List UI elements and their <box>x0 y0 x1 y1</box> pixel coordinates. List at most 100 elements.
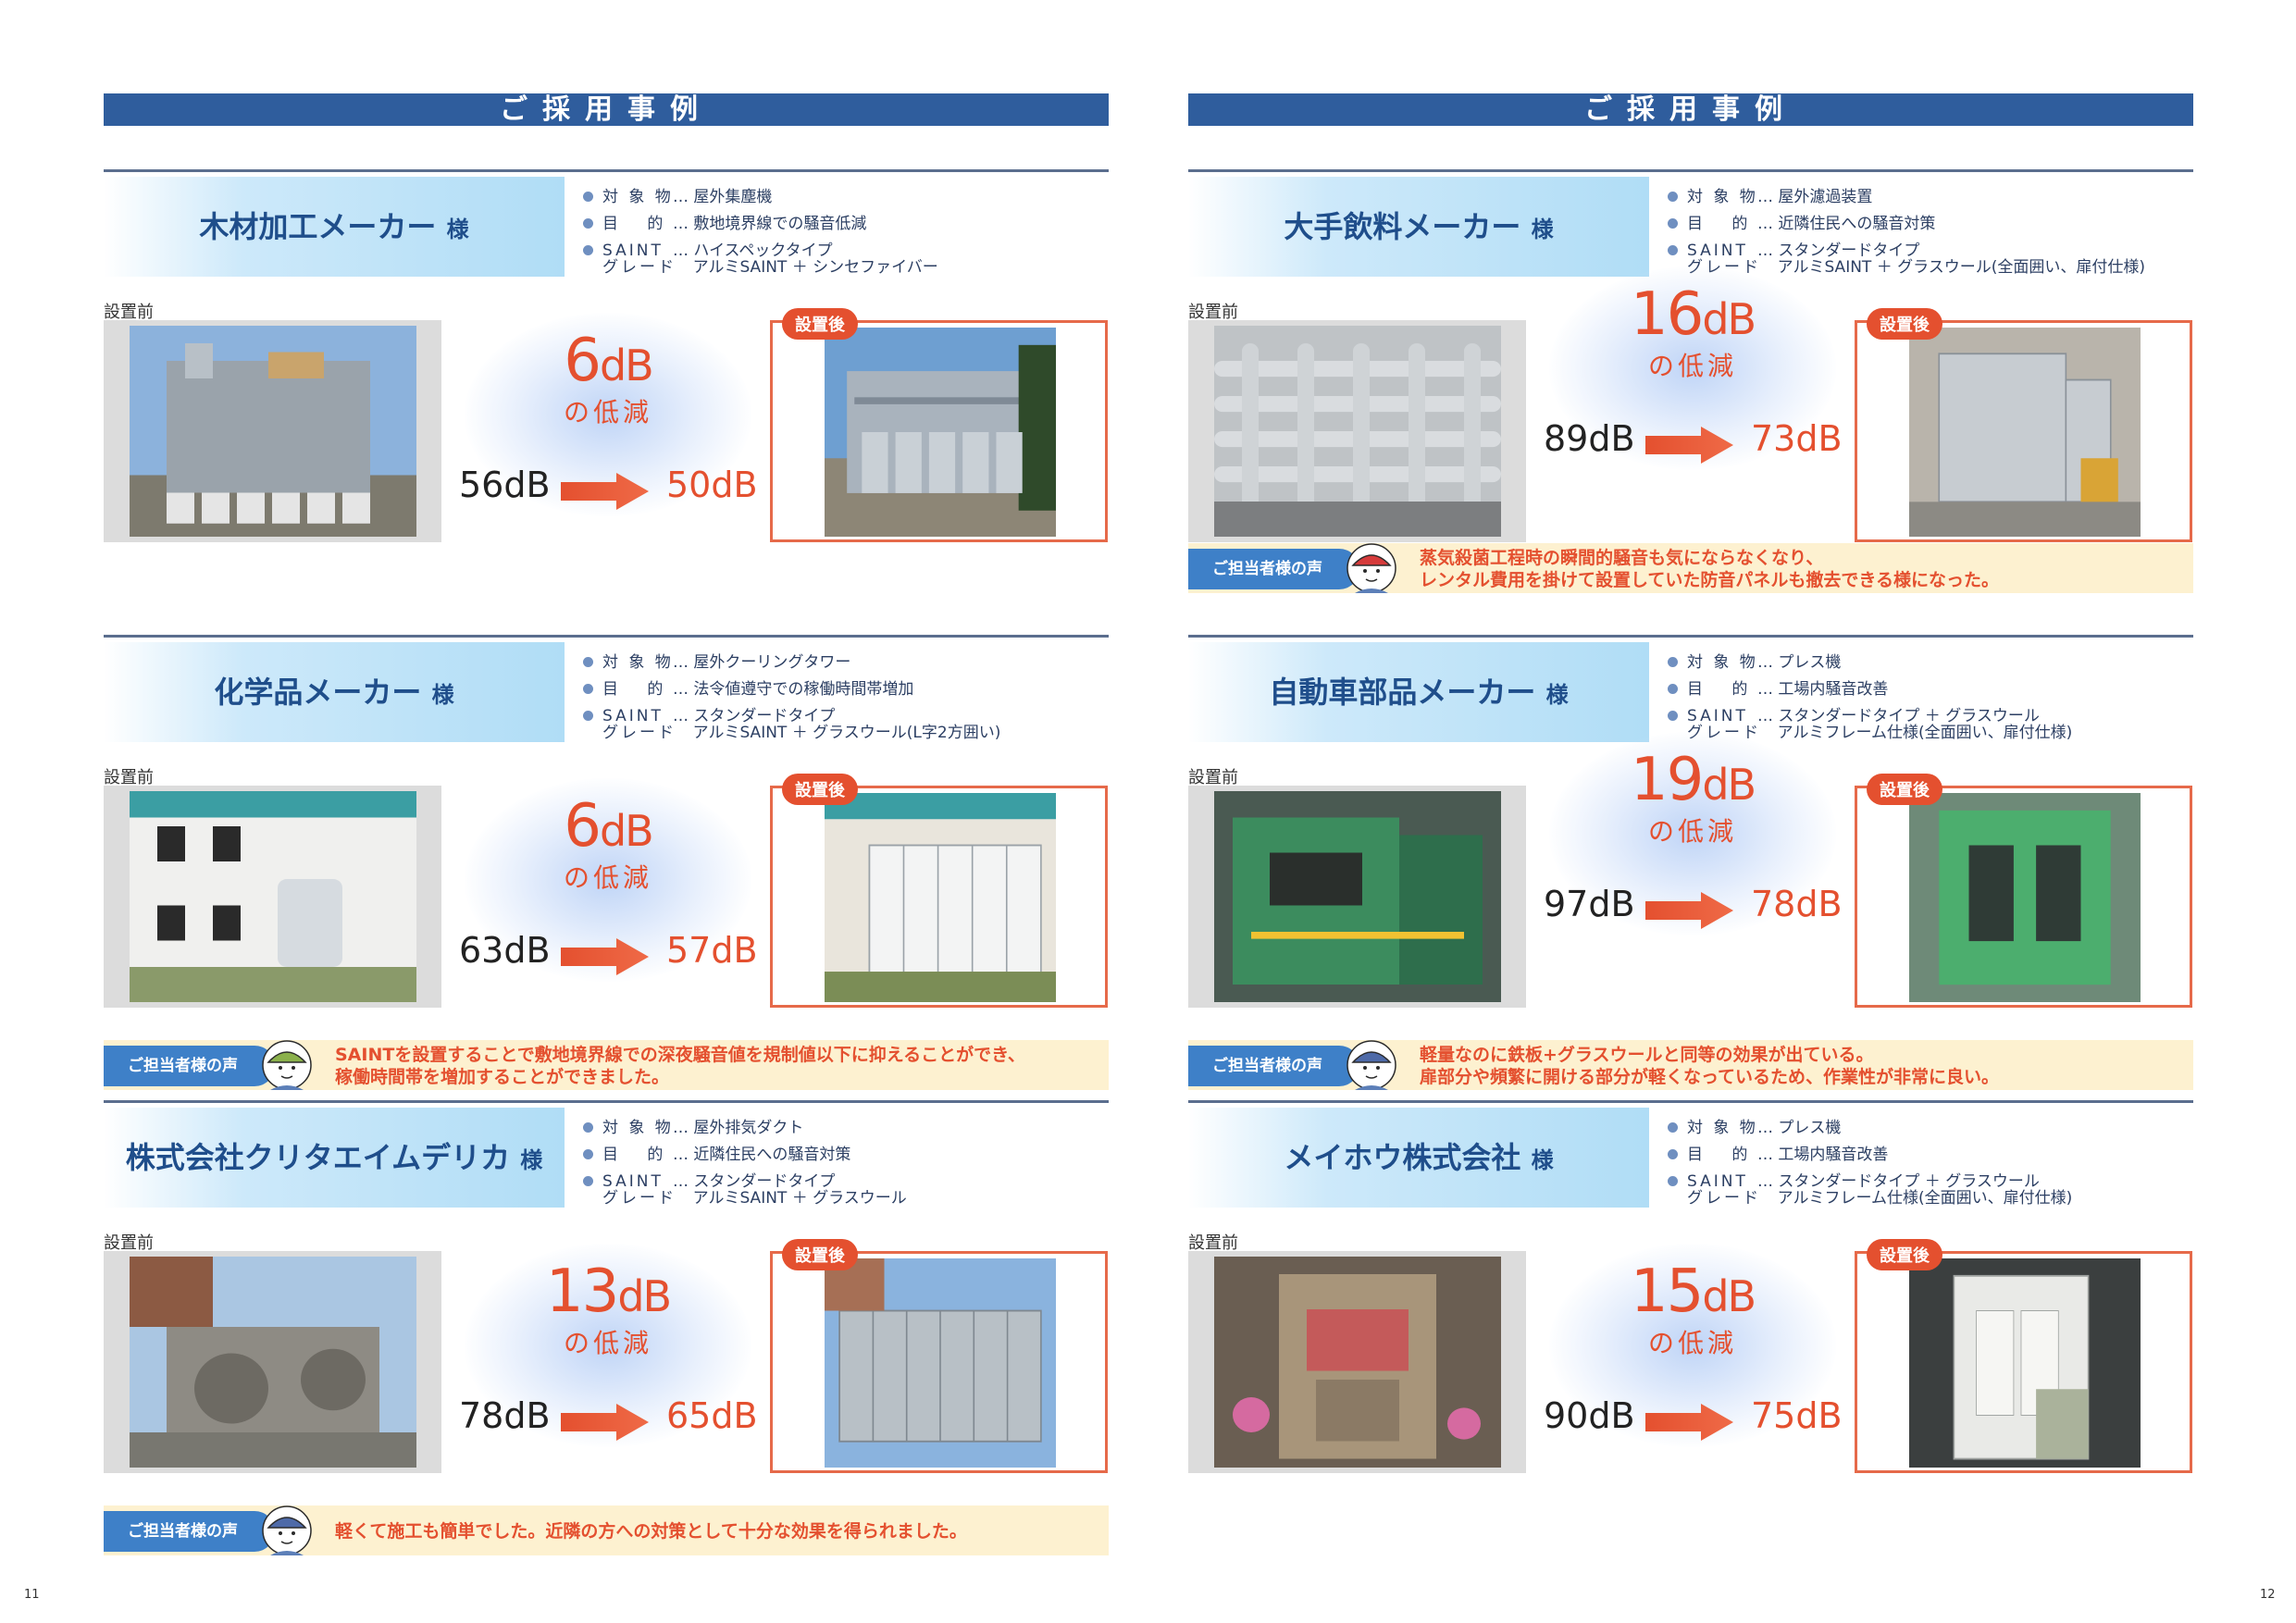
before-db: 56dB <box>459 465 551 505</box>
spec-target: 対 象 物… プレス機 <box>1668 650 2072 676</box>
spec-purpose: 目 的… 工場内騒音改善 <box>1668 1142 2072 1169</box>
spec-list: 対 象 物… 屋外集塵機 目 的… 敷地境界線での騒音低減 SAINT… ハイス… <box>583 184 938 277</box>
arrow-right-icon <box>561 473 649 510</box>
person-icon <box>262 1505 312 1555</box>
case-divider <box>104 1100 1109 1103</box>
customer-voice: ご担当者様の声 軽量なのに鉄板+グラスウールと同等の効果が出ている。 扉部分や頻繁… <box>1188 1040 2193 1090</box>
before-photo-illustration <box>130 791 416 1002</box>
case-study-1: 木材加工メーカー 様 対 象 物… 屋外集塵機 目 的… 敷地境界線での騒音低減… <box>104 169 1109 637</box>
arrow <box>1645 892 1733 929</box>
arrow <box>1645 427 1733 464</box>
voice-line: 軽量なのに鉄板+グラスウールと同等の効果が出ている。 <box>1420 1045 1874 1065</box>
arrow-right-icon <box>1645 1404 1733 1441</box>
person-avatar <box>1346 1040 1397 1090</box>
person-icon <box>1347 1040 1396 1090</box>
spec-grade: グレード アルミSAINT ＋ グラスウール <box>602 1189 907 1208</box>
person-icon <box>1347 543 1396 593</box>
after-photo <box>1855 320 2192 542</box>
spec-purpose: 目 的… 工場内騒音改善 <box>1668 676 2072 703</box>
case-study-6: メイホウ株式会社 様 対 象 物… プレス機 目 的… 工場内騒音改善 SAIN… <box>1188 1100 2193 1567</box>
client-name: 木材加工メーカー 様 <box>199 209 469 244</box>
arrow <box>561 1404 649 1441</box>
voice-text: SAINTを設置することで敷地境界線での深夜騒音値を規制値以下に抑えることができ… <box>335 1044 1025 1088</box>
client-name: 株式会社クリタエイムデリカ 様 <box>125 1140 543 1175</box>
arrow-right-icon <box>561 1404 649 1441</box>
voice-tag: ご担当者様の声 <box>1188 1046 1359 1086</box>
customer-voice: ご担当者様の声 SAINTを設置することで敷地境界線での深夜騒音値を規制値以下に… <box>104 1040 1109 1090</box>
section-banner-right: ご採用事例 <box>1188 93 2193 126</box>
before-db: 97dB <box>1544 884 1635 924</box>
voice-text: 軽量なのに鉄板+グラスウールと同等の効果が出ている。 扉部分や頻繁に開ける部分が軽… <box>1420 1044 1999 1088</box>
case-divider <box>104 169 1109 172</box>
before-photo <box>1188 320 1526 542</box>
customer-voice: ご担当者様の声 蒸気殺菌工程時の瞬間的騒音も気にならなくなり、 レンタル費用を掛け… <box>1188 543 2193 593</box>
customer-voice: ご担当者様の声 軽くて施工も簡単でした。近隣の方への対策として十分な効果を得られ… <box>104 1505 1109 1555</box>
case-divider <box>1188 1100 2193 1103</box>
before-photo <box>104 320 441 542</box>
arrow-right-icon <box>561 938 649 975</box>
reduction-label: の低減 <box>563 397 652 427</box>
page-number-left: 11 <box>24 1588 40 1602</box>
before-db: 63dB <box>459 930 551 971</box>
reduction-value: 15dB <box>1630 1258 1756 1326</box>
spec-list: 対 象 物… 屋外排気ダクト 目 的… 近隣住民への騒音対策 SAINT… スタ… <box>583 1115 907 1208</box>
person-icon <box>262 1040 312 1090</box>
arrow-right-icon <box>1645 427 1733 464</box>
client-name-box: 自動車部品メーカー 様 <box>1188 642 1649 742</box>
spec-list: 対 象 物… 屋外濾過装置 目 的… 近隣住民への騒音対策 SAINT… スタン… <box>1668 184 2145 277</box>
section-banner-left: ご採用事例 <box>104 93 1109 126</box>
spec-target: 対 象 物… 屋外集塵機 <box>583 184 938 211</box>
arrow <box>1645 1404 1733 1441</box>
after-tag: 設置後 <box>782 774 858 805</box>
after-db: 57dB <box>666 930 758 971</box>
after-tag: 設置後 <box>1867 308 1942 340</box>
after-photo <box>770 1251 1108 1473</box>
spec-purpose: 目 的… 敷地境界線での騒音低減 <box>583 211 938 238</box>
voice-text: 蒸気殺菌工程時の瞬間的騒音も気にならなくなり、 レンタル費用を掛けて設置していた防… <box>1420 547 1999 591</box>
reduction-label: の低減 <box>563 862 652 893</box>
spec-grade: グレード アルミSAINT ＋ シンセファイバー <box>602 258 938 277</box>
before-photo-illustration <box>1214 1257 1501 1468</box>
client-name-box: メイホウ株式会社 様 <box>1188 1108 1649 1208</box>
case-study-3: 株式会社クリタエイムデリカ 様 対 象 物… 屋外排気ダクト 目 的… 近隣住民… <box>104 1100 1109 1567</box>
after-photo-illustration <box>825 1258 1056 1468</box>
after-db: 75dB <box>1751 1395 1843 1436</box>
voice-tag: ご担当者様の声 <box>104 1511 275 1552</box>
reduction-label: の低減 <box>1647 816 1737 847</box>
spec-purpose: 目 的… 近隣住民への騒音対策 <box>1668 211 2145 238</box>
before-photo-illustration <box>1214 326 1501 537</box>
after-photo-illustration <box>1909 328 2141 537</box>
reduction-value: 16dB <box>1630 280 1756 349</box>
client-name-box: 大手飲料メーカー 様 <box>1188 177 1649 277</box>
spec-target: 対 象 物… プレス機 <box>1668 1115 2072 1142</box>
voice-text: 軽くて施工も簡単でした。近隣の方への対策として十分な効果を得られました。 <box>335 1520 967 1542</box>
person-avatar <box>261 1040 313 1090</box>
case-study-4: 大手飲料メーカー 様 対 象 物… 屋外濾過装置 目 的… 近隣住民への騒音対策… <box>1188 169 2193 637</box>
voice-line: 蒸気殺菌工程時の瞬間的騒音も気にならなくなり、 <box>1420 548 1824 568</box>
case-divider <box>1188 169 2193 172</box>
before-photo <box>1188 1251 1526 1473</box>
spec-grade: グレード アルミSAINT ＋ グラスウール(L字2方囲い) <box>602 724 1001 742</box>
spec-list: 対 象 物… プレス機 目 的… 工場内騒音改善 SAINT… スタンダードタイ… <box>1668 650 2072 742</box>
client-name: 自動車部品メーカー 様 <box>1269 675 1569 710</box>
before-db: 78dB <box>459 1395 551 1436</box>
after-photo <box>770 320 1108 542</box>
client-name: 化学品メーカー 様 <box>214 675 454 710</box>
voice-line: 扉部分や頻繁に開ける部分が軽くなっているため、作業性が非常に良い。 <box>1420 1067 2000 1087</box>
before-db: 90dB <box>1544 1395 1635 1436</box>
case-study-5: 自動車部品メーカー 様 対 象 物… プレス機 目 的… 工場内騒音改善 SAI… <box>1188 635 2193 1102</box>
reduction-value: 19dB <box>1630 746 1756 814</box>
page-number-right: 12 <box>2260 1588 2276 1602</box>
voice-tag: ご担当者様の声 <box>104 1046 275 1086</box>
after-photo-illustration <box>825 328 1056 537</box>
reduction-label: の低減 <box>563 1328 652 1358</box>
spec-grade: グレード アルミフレーム仕様(全面囲い、扉付仕様) <box>1687 1189 2073 1208</box>
after-tag: 設置後 <box>782 308 858 340</box>
person-avatar <box>1346 543 1397 593</box>
voice-line: レンタル費用を掛けて設置していた防音パネルも撤去できる様になった。 <box>1420 570 2000 590</box>
client-name-box: 株式会社クリタエイムデリカ 様 <box>104 1108 565 1208</box>
after-db: 50dB <box>666 465 758 505</box>
client-name-box: 化学品メーカー 様 <box>104 642 565 742</box>
before-db: 89dB <box>1544 418 1635 459</box>
after-photo-illustration <box>1909 1258 2141 1468</box>
